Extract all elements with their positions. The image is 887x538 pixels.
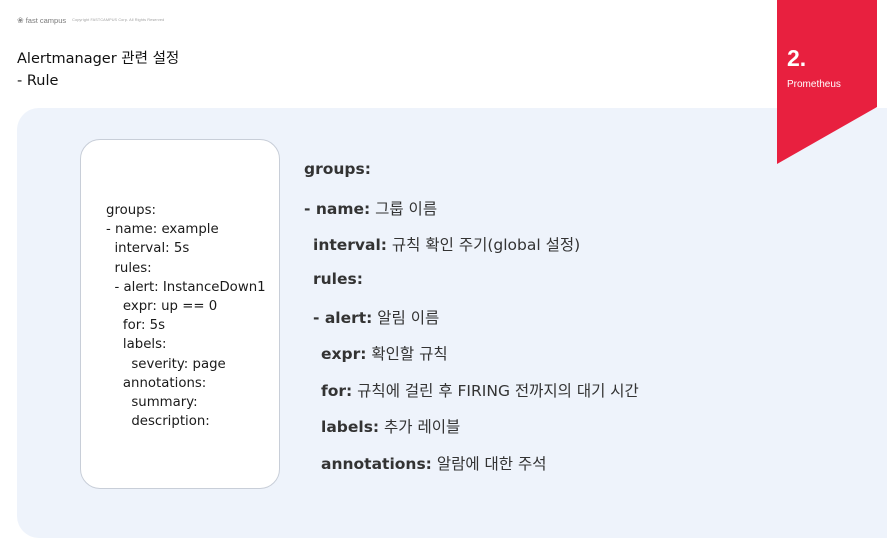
explanation-key: groups: (304, 160, 371, 178)
slide-title: Alertmanager 관련 설정 - Rule (17, 48, 179, 92)
code-line: groups: (106, 203, 157, 218)
slide-title-line2: - Rule (17, 73, 59, 89)
code-line: - name: example (106, 222, 219, 238)
explanation-key: rules: (313, 270, 363, 288)
explanation-desc: 알람에 대한 주석 (431, 455, 547, 473)
code-line: expr: up == 0 (106, 299, 218, 315)
code-line: annotations: (106, 375, 207, 391)
slide-title-line1: Alertmanager 관련 설정 (17, 51, 180, 67)
explanation-key: - alert: (313, 309, 373, 327)
explanation-row-interval: interval: 규칙 확인 주기(global 설정) (313, 233, 580, 255)
explanation-row-expr: expr: 확인할 규칙 (321, 342, 448, 364)
logo-text: fast campus (25, 15, 67, 25)
explanation-row-groups: groups: (304, 160, 371, 178)
explanation-desc: 규칙 확인 주기(global 설정) (387, 236, 581, 254)
explanation-desc: 추가 레이블 (379, 418, 461, 436)
explanation-desc: 그룹 이름 (370, 200, 438, 218)
fastcampus-logo: ❀ fast campus (17, 16, 66, 25)
explanation-row-labels: labels: 추가 레이블 (321, 415, 460, 437)
logo-mark-icon: ❀ (17, 15, 24, 25)
code-line: interval: 5s (106, 241, 190, 257)
section-name: Prometheus (787, 79, 841, 90)
code-line: summary: (106, 395, 198, 411)
code-line: labels: (106, 337, 167, 353)
explanation-desc: 규칙에 걸린 후 FIRING 전까지의 대기 시간 (352, 382, 639, 400)
explanation-desc: 알림 이름 (372, 309, 440, 327)
explanation-key: - name: (304, 200, 371, 218)
explanation-key: for: (321, 382, 353, 400)
explanation-row-rules: rules: (313, 270, 363, 288)
copyright-text: Copyright FASTCAMPUS Corp. All Rights Re… (72, 18, 165, 22)
code-card: groups: - name: example interval: 5s rul… (80, 139, 280, 489)
code-line: - alert: InstanceDown1 (106, 279, 266, 295)
section-tag: 2. Prometheus (777, 0, 877, 164)
code-line: rules: (106, 260, 152, 276)
section-number: 2. (787, 45, 807, 71)
explanation-key: annotations: (321, 455, 432, 473)
explanation-key: expr: (321, 345, 367, 363)
explanation-row-for: for: 규칙에 걸린 후 FIRING 전까지의 대기 시간 (321, 379, 639, 401)
code-block: groups: - name: example interval: 5s rul… (106, 201, 266, 431)
code-line: for: 5s (106, 318, 166, 334)
explanation-key: labels: (321, 418, 380, 436)
explanation-row-alert: - alert: 알림 이름 (313, 306, 439, 328)
explanation-key: interval: (313, 236, 387, 254)
code-line: severity: page (106, 356, 226, 372)
code-line: description: (106, 414, 210, 430)
explanation-row-name: - name: 그룹 이름 (304, 197, 437, 219)
brand-header: ❀ fast campus Copyright FASTCAMPUS Corp.… (17, 14, 164, 26)
explanation-row-annotations: annotations: 알람에 대한 주석 (321, 452, 547, 474)
explanation-desc: 확인할 규칙 (366, 345, 448, 363)
